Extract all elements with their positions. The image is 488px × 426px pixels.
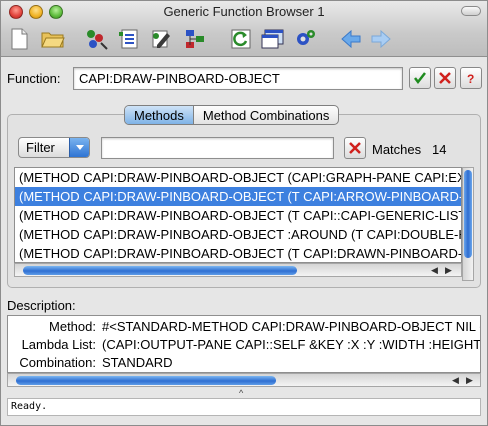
description-label: Description:: [7, 298, 76, 313]
settings-gear-icon[interactable]: [293, 27, 317, 51]
description-key: Combination:: [19, 355, 96, 370]
scroll-left-arrow-icon[interactable]: ◀: [431, 264, 438, 276]
filter-dropdown[interactable]: Filter: [18, 137, 90, 158]
view-tabs: Methods Method Combinations: [124, 105, 340, 125]
window-icon[interactable]: [261, 27, 285, 51]
description-key: Lambda List:: [21, 337, 96, 352]
scroll-right-arrow-icon[interactable]: ▶: [466, 374, 473, 386]
clear-filter-button[interactable]: [344, 137, 366, 159]
help-button[interactable]: ?: [460, 67, 482, 89]
description-horizontal-scrollbar[interactable]: ◀ ▶: [7, 373, 481, 387]
filter-input[interactable]: [101, 137, 334, 159]
matches-label: Matches: [372, 142, 422, 157]
svg-text:?: ?: [467, 72, 474, 85]
tab-methods[interactable]: Methods: [125, 106, 194, 124]
function-input[interactable]: CAPI:DRAW-PINBOARD-OBJECT: [73, 67, 403, 90]
status-bar: Ready.: [7, 398, 481, 416]
toolbar-toggle-button[interactable]: [461, 6, 481, 16]
scroll-thumb[interactable]: [23, 266, 297, 275]
generic-function-browser-window: Generic Function Browser 1 Function: CAP…: [0, 0, 488, 426]
scroll-thumb[interactable]: [464, 170, 472, 258]
checkmark-icon: [414, 72, 426, 85]
list-item[interactable]: (METHOD CAPI:DRAW-PINBOARD-OBJECT :AROUN…: [15, 225, 461, 244]
splitter-grip-icon[interactable]: ^: [239, 388, 243, 398]
tree-icon[interactable]: [183, 27, 207, 51]
cancel-button[interactable]: [434, 67, 456, 89]
class-list-icon[interactable]: [117, 27, 141, 51]
filter-dropdown-label: Filter: [26, 140, 55, 155]
description-value: STANDARD: [102, 355, 173, 370]
function-label: Function:: [7, 71, 61, 86]
description-value: #<STANDARD-METHOD CAPI:DRAW-PINBOARD-OBJ…: [102, 319, 481, 334]
methods-list[interactable]: (METHOD CAPI:DRAW-PINBOARD-OBJECT (CAPI:…: [14, 167, 462, 263]
refresh-icon[interactable]: [229, 27, 253, 51]
description-value: (CAPI:OUTPUT-PANE CAPI::SELF &KEY :X :Y …: [102, 337, 481, 352]
description-key: Method:: [49, 319, 96, 334]
list-item[interactable]: (METHOD CAPI:DRAW-PINBOARD-OBJECT (T CAP…: [15, 244, 461, 262]
title-toolbar-bar: Generic Function Browser 1: [1, 1, 487, 57]
description-panel: Method: #<STANDARD-METHOD CAPI:DRAW-PINB…: [7, 315, 481, 373]
forward-arrow-icon[interactable]: [369, 27, 393, 51]
scroll-thumb[interactable]: [16, 376, 276, 385]
browse-inspect-icon[interactable]: [85, 27, 109, 51]
close-x-icon: [439, 72, 451, 84]
edit-icon[interactable]: [149, 27, 173, 51]
new-document-icon[interactable]: [7, 27, 31, 51]
methods-vertical-scrollbar[interactable]: [462, 167, 474, 281]
list-item-selected[interactable]: (METHOD CAPI:DRAW-PINBOARD-OBJECT (T CAP…: [15, 187, 461, 206]
scroll-left-arrow-icon[interactable]: ◀: [452, 374, 459, 386]
matches-count: 14: [432, 142, 447, 157]
confirm-button[interactable]: [409, 67, 431, 89]
scroll-right-arrow-icon[interactable]: ▶: [445, 264, 452, 276]
chevron-down-icon: [69, 138, 89, 157]
back-arrow-icon[interactable]: [339, 27, 363, 51]
methods-horizontal-scrollbar[interactable]: ◀ ▶: [14, 263, 462, 277]
list-item[interactable]: (METHOD CAPI:DRAW-PINBOARD-OBJECT (CAPI:…: [15, 168, 461, 187]
open-folder-icon[interactable]: [41, 27, 65, 51]
close-x-icon: [349, 142, 361, 154]
list-item[interactable]: (METHOD CAPI:DRAW-PINBOARD-OBJECT (T CAP…: [15, 206, 461, 225]
help-question-icon: ?: [467, 72, 474, 85]
window-title: Generic Function Browser 1: [163, 4, 325, 19]
tab-method-combinations[interactable]: Method Combinations: [194, 106, 338, 124]
